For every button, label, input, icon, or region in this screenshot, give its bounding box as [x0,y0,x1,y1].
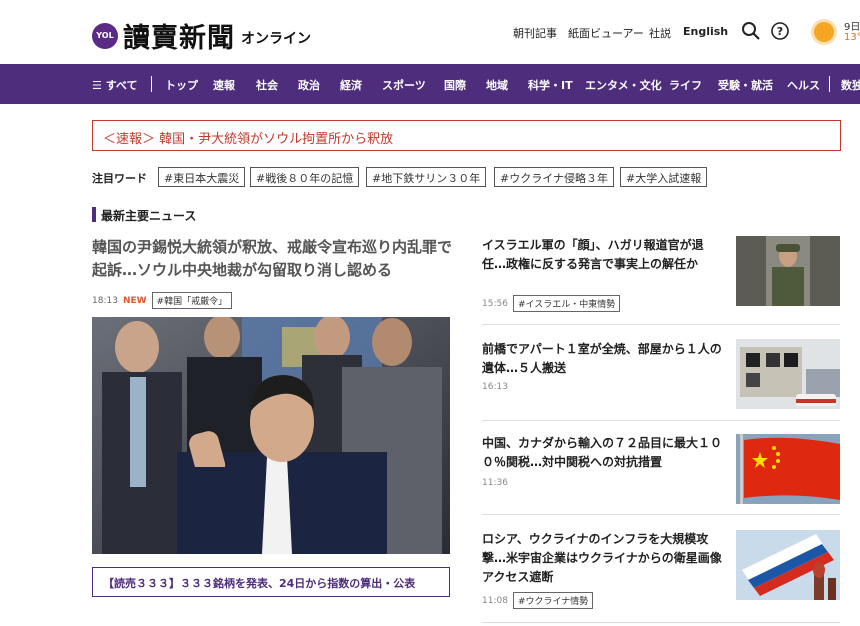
divider [482,622,840,623]
logo-online-label: オンライン [241,30,311,47]
weather-temp: 13°C [844,32,860,43]
nav-society[interactable]: 社会 [256,77,278,93]
search-icon[interactable] [741,21,761,41]
new-badge: NEW [122,295,147,306]
news-thumbnail[interactable] [736,339,840,409]
trending-label: 注目ワード [92,172,147,185]
lead-tag[interactable]: #韓国「戒厳令」 [151,292,233,309]
breaking-news-banner[interactable]: ＜速報＞ 韓国・尹大統領がソウル拘置所から釈放 [92,120,841,151]
news-headline[interactable]: 中国、カナダから輸入の７２品目に最大１００％関税…対中関税への対抗措置 [482,434,722,472]
weather-date: 9日 [844,22,860,33]
link-paper-viewer[interactable]: 紙面ビューアー [568,25,644,41]
link-morning-edition[interactable]: 朝刊記事 [513,25,557,41]
nav-exam-jobs[interactable]: 受験・就活 [718,77,773,93]
nav-politics[interactable]: 政治 [298,77,320,93]
lead-time: 18:13 [92,295,118,306]
nav-entertainment[interactable]: エンタメ・文化 [585,77,662,93]
lead-meta: 18:13 NEW #韓国「戒厳令」 [92,292,233,309]
divider [482,324,840,325]
news-item[interactable]: イスラエル軍の「顔」、ハガリ報道官が退任…政権に反する発言で事実上の解任か 15… [482,236,840,325]
nav-separator [151,76,152,92]
news-thumbnail[interactable] [736,434,840,504]
trending-tag[interactable]: #大学入試速報 [620,167,708,187]
divider [482,420,840,421]
yol-badge: YOL [92,22,118,49]
nav-international[interactable]: 国際 [444,77,466,93]
news-item[interactable]: 前橋でアパート１室が全焼、部屋から１人の遺体…５人搬送 16:13 [482,339,840,421]
news-item[interactable]: ロシア、ウクライナのインフラを大規模攻撃…米宇宙企業はウクライナからの衛星画像ア… [482,530,840,623]
link-editorial[interactable]: 社説 [649,25,671,41]
news-meta: 15:56 #イスラエル・中東情勢 [482,295,621,312]
svg-text:?: ? [777,25,783,38]
promo-text: 【読売３３３】３３３銘柄を発表、24日から指数の算出・公表 [103,577,416,590]
news-meta: 11:08 #ウクライナ情勢 [482,592,594,609]
news-headline[interactable]: イスラエル軍の「顔」、ハガリ報道官が退任…政権に反する発言で事実上の解任か [482,236,722,274]
trending-tag[interactable]: #ウクライナ侵略３年 [494,167,614,187]
nav-top[interactable]: トップ [165,77,198,93]
news-headline[interactable]: 前橋でアパート１室が全焼、部屋から１人の遺体…５人搬送 [482,340,722,378]
news-tag[interactable]: #イスラエル・中東情勢 [512,295,621,312]
news-meta: 11:36 [482,478,508,488]
news-time: 15:56 [482,298,508,309]
divider [482,514,840,515]
nav-science-it[interactable]: 科学・IT [528,77,573,93]
main-nav: ☰ すべて トップ 速報 社会 政治 経済 スポーツ 国際 地域 科学・IT エ… [0,64,860,104]
logo-wordmark: 讀賣新聞 [123,23,235,54]
help-icon[interactable]: ? [770,21,790,41]
lead-photo[interactable] [92,317,450,554]
link-english[interactable]: English [683,25,728,38]
news-tag[interactable]: #ウクライナ情勢 [512,592,594,609]
nav-all[interactable]: ☰ すべて [92,77,137,93]
sun-icon [814,22,834,42]
news-thumbnail[interactable] [736,236,840,306]
news-item[interactable]: 中国、カナダから輸入の７２品目に最大１００％関税…対中関税への対抗措置 11:3… [482,434,840,515]
nav-regional[interactable]: 地域 [486,77,508,93]
nav-breaking[interactable]: 速報 [213,77,235,93]
nav-economy[interactable]: 経済 [340,77,362,93]
news-thumbnail[interactable] [736,530,840,600]
promo-banner[interactable]: 【読売３３３】３３３銘柄を発表、24日から指数の算出・公表 [92,567,450,597]
news-time: 11:08 [482,595,508,606]
nav-health[interactable]: ヘルス [787,77,820,93]
nav-sports[interactable]: スポーツ [382,77,426,93]
news-meta: 16:13 [482,382,508,392]
section-title: 最新主要ニュース [101,209,197,223]
breaking-news-text: ＜速報＞ 韓国・尹大統領がソウル拘置所から釈放 [103,132,394,147]
trending-tag[interactable]: #戦後８０年の記憶 [250,167,360,187]
site-header: YOL 讀賣新聞 オンライン 朝刊記事 紙面ビューアー 社説 English ?… [0,0,860,64]
nav-sudoku[interactable]: 数独 [841,77,860,93]
lead-headline[interactable]: 韓国の尹錫悦大統領が釈放、戒厳令宣布巡り内乱罪で起訴…ソウル中央地裁が勾留取り消… [92,236,454,282]
section-marker [92,207,96,222]
nav-separator [829,76,830,92]
trending-tag[interactable]: #東日本大震災 [158,167,246,187]
site-logo[interactable]: YOL 讀賣新聞 オンライン [92,16,311,55]
news-time: 11:36 [482,478,508,488]
nav-life[interactable]: ライフ [669,77,702,93]
trending-tag[interactable]: #地下鉄サリン３０年 [366,167,487,187]
news-headline[interactable]: ロシア、ウクライナのインフラを大規模攻撃…米宇宙企業はウクライナからの衛星画像ア… [482,530,722,587]
news-time: 16:13 [482,382,508,392]
